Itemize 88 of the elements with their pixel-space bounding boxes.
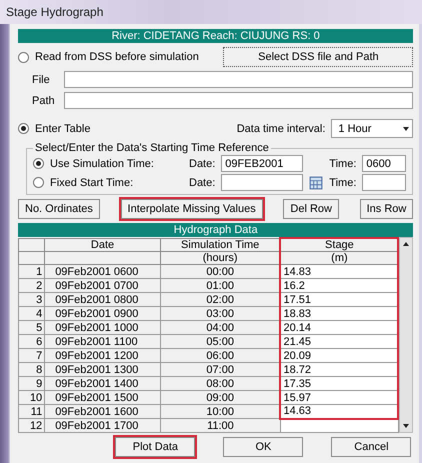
table-cell: 01:00 xyxy=(160,278,280,292)
toolbar-button[interactable]: No. Ordinates xyxy=(18,199,100,219)
table-cell: 14.83 xyxy=(280,264,398,278)
table-cell: 09Feb2001 0700 xyxy=(44,278,160,292)
table-cell: 09Feb2001 1100 xyxy=(44,334,160,348)
enter-table-radio[interactable]: Enter Table xyxy=(18,122,90,134)
dialog-button[interactable]: Cancel xyxy=(331,437,412,457)
row-number: 6 xyxy=(18,334,45,348)
calendar-icon[interactable] xyxy=(309,176,324,190)
date-field[interactable] xyxy=(221,174,304,191)
date-field[interactable]: 09FEB2001 xyxy=(221,155,304,172)
table-cell: 09Feb2001 1000 xyxy=(44,320,160,334)
table-cell: 20.09 xyxy=(280,348,398,362)
radio-dot-icon[interactable] xyxy=(33,158,44,169)
date-label: Date: xyxy=(189,176,216,188)
time-label: Time: xyxy=(329,158,356,170)
toolbar-button[interactable]: Ins Row xyxy=(360,199,414,219)
table-cell: 09Feb2001 1600 xyxy=(44,404,160,418)
radio-dot-icon[interactable] xyxy=(18,123,29,134)
table-cell: 14.63 xyxy=(280,404,398,418)
table-cell: 07:00 xyxy=(160,362,280,376)
time-reference-legend: Select/Enter the Data's Starting Time Reference xyxy=(33,142,271,154)
table-cell: 02:00 xyxy=(160,292,280,306)
table-cell: 00:00 xyxy=(160,264,280,278)
table-cell: 10:00 xyxy=(160,404,280,418)
time-label: Time: xyxy=(329,176,356,188)
file-field[interactable] xyxy=(64,71,414,88)
table-cell: 09Feb2001 1700 xyxy=(44,418,160,432)
row-number: 7 xyxy=(18,348,45,362)
dss-radio[interactable]: Read from DSS before simulation xyxy=(18,51,199,63)
row-number: 8 xyxy=(18,362,45,376)
scrollbar[interactable] xyxy=(399,237,414,433)
table-cell: 17.35 xyxy=(280,376,398,390)
table-cell: 06:00 xyxy=(160,348,280,362)
table-cell: 08:00 xyxy=(160,376,280,390)
table-cell: 09Feb2001 0600 xyxy=(44,264,160,278)
table-cell: 18.72 xyxy=(280,362,398,376)
interval-dropdown[interactable]: 1 Hour xyxy=(331,119,414,138)
table-cell: 09Feb2001 1400 xyxy=(44,376,160,390)
radio-dot-icon[interactable] xyxy=(18,52,29,62)
dialog-button[interactable]: Plot Data xyxy=(115,437,196,457)
path-field[interactable] xyxy=(64,92,414,109)
table-cell: 15.97 xyxy=(280,390,398,404)
dialog-button[interactable]: OK xyxy=(223,437,304,457)
row-number: 5 xyxy=(18,320,45,334)
interval-label: Data time interval: xyxy=(236,122,326,134)
table-cell: 05:00 xyxy=(160,334,280,348)
column-header: Simulation Time xyxy=(160,238,280,252)
row-number: 12 xyxy=(18,418,45,432)
row-number: 3 xyxy=(18,292,45,306)
time-field[interactable]: 0600 xyxy=(362,155,406,172)
table-cell: 09Feb2001 1300 xyxy=(44,362,160,376)
path-label: Path xyxy=(32,94,56,106)
table-cell: 04:00 xyxy=(160,320,280,334)
table-cell: 03:00 xyxy=(160,306,280,320)
row-number: 2 xyxy=(18,278,45,292)
table-cell: 09Feb2001 1200 xyxy=(44,348,160,362)
table-cell: 21.45 xyxy=(280,334,398,348)
row-number: 10 xyxy=(18,390,45,404)
table-cell: 09:00 xyxy=(160,390,280,404)
location-banner: River: CIDETANG Reach: CIUJUNG RS: 0 xyxy=(18,29,414,43)
radio-dot-icon[interactable] xyxy=(33,177,44,188)
table-cell: 11:00 xyxy=(160,418,280,432)
table-cell: 17.51 xyxy=(280,292,398,306)
unit-header: (m) xyxy=(280,252,398,264)
toolbar-button[interactable]: Del Row xyxy=(283,199,339,219)
table-title: Hydrograph Data xyxy=(18,223,414,237)
table-cell: 20.14 xyxy=(280,320,398,334)
column-header: Date xyxy=(44,238,160,252)
unit-header: (hours) xyxy=(160,252,280,264)
toolbar-button[interactable]: Interpolate Missing Values xyxy=(120,199,263,219)
table-cell: 09Feb2001 1500 xyxy=(44,390,160,404)
row-number: 11 xyxy=(18,404,45,418)
row-number: 4 xyxy=(18,306,45,320)
table-cell: 09Feb2001 0900 xyxy=(44,306,160,320)
row-number: 9 xyxy=(18,376,45,390)
window-title: Stage Hydrograph xyxy=(0,0,422,24)
time-reference-radio[interactable]: Fixed Start Time: xyxy=(33,176,183,188)
time-field[interactable] xyxy=(362,174,406,191)
file-label: File xyxy=(32,74,51,86)
date-label: Date: xyxy=(189,158,216,170)
row-number: 1 xyxy=(18,264,45,278)
select-dss-button[interactable]: Select DSS file and Path xyxy=(223,47,414,67)
column-header: Stage xyxy=(280,238,398,252)
table-cell: 18.83 xyxy=(280,306,398,320)
table-cell: 09Feb2001 0800 xyxy=(44,292,160,306)
table-cell: 16.2 xyxy=(280,278,398,292)
time-reference-radio[interactable]: Use Simulation Time: xyxy=(33,158,183,170)
